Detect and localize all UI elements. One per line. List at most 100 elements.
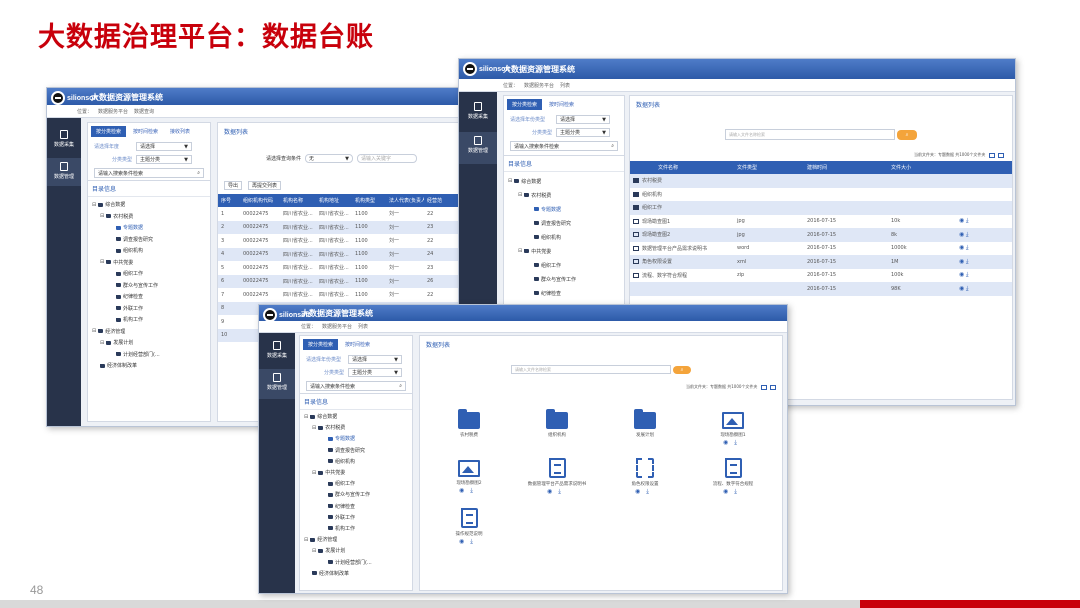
table-row[interactable]: 1 00022475 四川省农业... 四川省农业... 1100 刘一 22 [218,207,460,221]
category-search-input[interactable]: 请输入搜索条件检索 ⌕ [306,381,406,391]
tree-node[interactable]: ⊟ 综合数据 [508,174,620,188]
view-icon[interactable]: ◉ [959,244,964,251]
export-button[interactable]: 导出 [224,181,243,190]
tree-node[interactable]: 群众与宣传工作 [304,489,408,500]
table-row[interactable]: 组织机构 [630,188,1012,202]
tree-node[interactable]: ⊟ 中共党委 [92,257,206,269]
table-row[interactable]: 3 00022475 四川省农业... 四川省农业... 1100 刘一 22 [218,234,460,248]
tab-by-time[interactable]: 按时间检索 [544,99,579,110]
table-row[interactable]: 角色权限设置 xml 2016-07-15 1M ◉ ⤓ [630,255,1012,269]
download-icon[interactable]: ⤓ [966,258,969,265]
tile-item[interactable]: 现场勘察图2 ◉⤓ [424,460,514,495]
list-view-icon[interactable] [760,384,767,390]
tab-by-time[interactable]: 按时间检索 [128,126,163,137]
table-row[interactable]: 7 00022475 四川省农业... 四川省农业... 1100 刘一 22 [218,288,460,302]
tree-node[interactable]: 经济体制改革 [92,360,206,372]
download-icon[interactable]: ⤓ [966,217,969,224]
tree-node-selected[interactable]: 专题数据 [304,433,408,444]
download-icon[interactable]: ⤓ [966,271,969,278]
search-button[interactable]: ⌕ [897,129,917,140]
tree-node[interactable]: 机构工作 [92,314,206,326]
grid-view-icon[interactable] [770,384,776,390]
view-icon[interactable]: ◉ [547,488,558,495]
tree-node[interactable]: 组织机构 [508,230,620,244]
tile-item[interactable]: 现场勘察图1 ◉⤓ [688,412,778,447]
query-select[interactable]: 无 ▼ [305,154,354,163]
view-icon[interactable]: ◉ [959,231,964,238]
type-select[interactable]: 主题分类 ▼ [556,128,610,137]
tree-node[interactable]: 计划经营部门(... [92,349,206,361]
download-icon[interactable]: ⤓ [734,488,743,495]
resubmit-button[interactable]: 再提交列表 [248,181,282,190]
tree-node[interactable]: 组织工作 [92,268,206,280]
list-view-icon[interactable] [988,152,995,158]
tree-node[interactable]: 经济体制改革 [304,568,408,579]
download-icon[interactable]: ⤓ [966,231,969,238]
tree-node[interactable]: ⊟ 综合数据 [92,199,206,211]
tree-node[interactable]: 纪律检查 [304,501,408,512]
breadcrumb-item[interactable]: 数据服务平台 [322,323,352,330]
nav-data-manage[interactable]: 数据管理 [459,132,497,164]
table-row[interactable]: 流程、数字符合规程 zip 2016-07-15 100k ◉ ⤓ [630,269,1012,283]
tab-by-category[interactable]: 按分类检索 [91,126,127,137]
category-search-input[interactable]: 请输入搜索条件检索 ⌕ [94,168,204,178]
view-icon[interactable]: ◉ [959,217,964,224]
view-icon[interactable]: ◉ [959,285,964,292]
nav-data-collect[interactable]: 数据采集 [459,102,497,130]
tree-node[interactable]: ⊟ 中共党委 [508,244,620,258]
breadcrumb-item[interactable]: 数据服务平台 [98,108,128,115]
tree-node[interactable]: 组织机构 [92,245,206,257]
table-row[interactable]: 组织工作 [630,201,1012,215]
table-row[interactable]: 2016-07-15 98K ◉ ⤓ [630,282,1012,296]
download-icon[interactable]: ⤓ [646,488,655,495]
view-icon[interactable]: ◉ [459,538,470,545]
tree-node-selected[interactable]: 专题数据 [508,202,620,216]
keyword-input[interactable]: 请输入关键字 [357,154,418,163]
table-row[interactable]: 农村税费 [630,174,1012,188]
tree-node-selected[interactable]: 专题数据 [92,222,206,234]
tile-item[interactable]: 角色权限设置 ◉⤓ [600,458,690,496]
table-row[interactable]: 现场勘查图2 jpg 2016-07-15 8k ◉ ⤓ [630,228,1012,242]
year-select[interactable]: 请选择 ▼ [348,355,402,364]
view-icon[interactable]: ◉ [959,271,964,278]
breadcrumb-item[interactable]: 列表 [358,323,368,330]
view-icon[interactable]: ◉ [959,258,964,265]
tree-node[interactable]: 组织工作 [508,258,620,272]
tile-item[interactable]: 操作规范说明 ◉⤓ [424,508,514,546]
download-icon[interactable]: ⤓ [966,244,969,251]
category-search-input[interactable]: 请输入搜索条件检索 ⌕ [510,141,618,151]
tree-node[interactable]: ⊟ 农村税费 [304,422,408,433]
tab-by-time[interactable]: 按时间检索 [340,339,375,350]
tab-by-category[interactable]: 按分类检索 [507,99,543,110]
table-row[interactable]: 2 00022475 四川省农业... 四川省农业... 1100 刘一 23 [218,220,460,234]
table-row[interactable]: 4 00022475 四川省农业... 四川省农业... 1100 刘一 24 [218,247,460,261]
type-select[interactable]: 主题分类 ▼ [348,368,402,377]
tab-by-category[interactable]: 按分类检索 [303,339,339,350]
tree-node[interactable]: 计划经营部门(... [304,556,408,567]
table-row[interactable]: 6 00022475 四川省农业... 四川省农业... 1100 刘一 26 [218,274,460,288]
tree-node[interactable]: 机构工作 [304,523,408,534]
tree-node[interactable]: 组织工作 [304,478,408,489]
tree-node[interactable]: ⊟ 发展计划 [304,545,408,556]
breadcrumb-item[interactable]: 数据服务平台 [524,82,554,89]
view-icon[interactable]: ◉ [723,488,734,495]
tree-node[interactable]: ⊟ 农村税费 [508,188,620,202]
nav-data-manage[interactable]: 数据管理 [259,369,295,399]
tree-node[interactable]: 组织机构 [304,456,408,467]
tree-node[interactable]: ⊟ 发展计划 [92,337,206,349]
table-row[interactable]: 数据管理平台产品需求说明书 word 2016-07-15 1000k ◉ ⤓ [630,242,1012,256]
tree-node[interactable]: 调查报告研究 [304,445,408,456]
year-select[interactable]: 请选择 ▼ [136,142,192,151]
view-icon[interactable]: ◉ [723,439,734,446]
grid-view-icon[interactable] [998,152,1004,158]
download-icon[interactable]: ⤓ [470,487,479,494]
search-button[interactable]: ⌕ [673,365,691,374]
file-search-input[interactable]: 请输入文件名称检索 [725,129,895,140]
nav-data-manage[interactable]: 数据管理 [47,158,81,186]
nav-data-collect[interactable]: 数据采集 [47,130,81,156]
table-row[interactable]: 现场勘查图1 jpg 2016-07-15 10k ◉ ⤓ [630,215,1012,229]
tile-item[interactable]: 组织机构 [512,409,602,438]
nav-data-collect[interactable]: 数据采集 [259,341,295,367]
file-search-input[interactable]: 请输入文件名称检索 [511,365,671,374]
tree-node[interactable]: 纪律检查 [92,291,206,303]
